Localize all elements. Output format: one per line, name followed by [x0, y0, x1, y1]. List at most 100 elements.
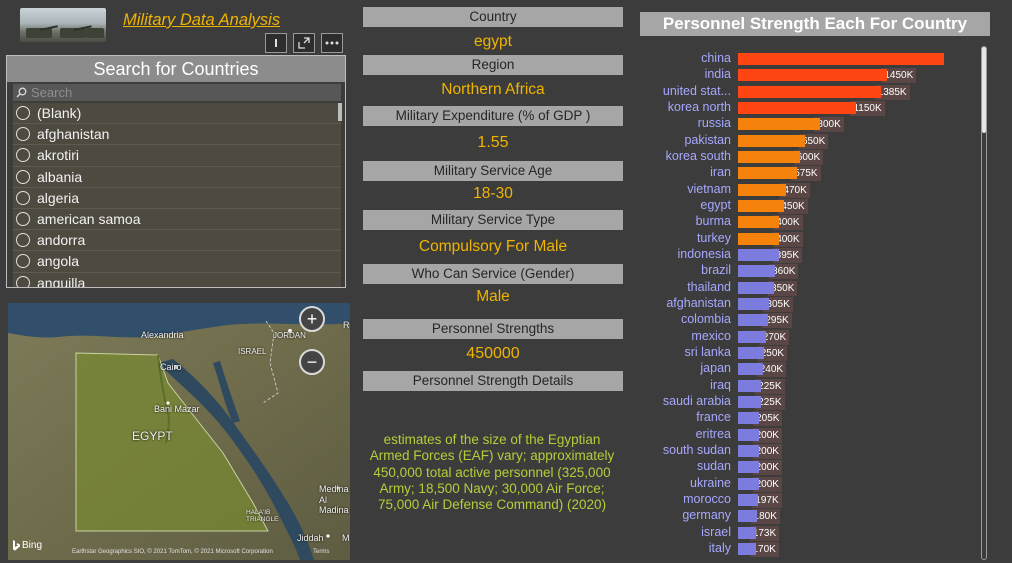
slicer-option-label: afghanistan	[37, 126, 110, 143]
chart-category-label: burma	[695, 214, 731, 229]
chart-bar[interactable]	[738, 444, 759, 457]
map-label-mecca-partial: M	[342, 533, 350, 543]
filter-icon[interactable]	[265, 33, 287, 53]
slicer-option[interactable]: angola	[13, 251, 341, 273]
service-age-card-value: 18-30	[473, 185, 513, 202]
more-options-icon[interactable]	[321, 33, 343, 53]
slicer-option[interactable]: american samoa	[13, 208, 341, 231]
chart-bar[interactable]	[738, 265, 776, 278]
chart-bar[interactable]	[738, 281, 775, 294]
chart-category-label: turkey	[696, 230, 731, 245]
map-attribution: Earthstar Geographics SIO, © 2021 TomTom…	[72, 549, 273, 555]
chart-bar[interactable]	[738, 330, 766, 343]
map-terrain	[8, 303, 350, 560]
chart-bar[interactable]	[738, 379, 762, 392]
slicer-search-input[interactable]: Search	[13, 84, 341, 101]
service-type-card-value: Compulsory For Male	[418, 238, 568, 255]
chart-category-label: eritrea	[695, 426, 731, 441]
expenditure-card-header: Military Expenditure (% of GDP )	[363, 106, 623, 126]
map-zoom-in-button[interactable]: +	[299, 306, 325, 332]
country-slicer: Search for Countries Search (Blank) afgh…	[6, 55, 346, 288]
slicer-option-label: andorra	[37, 232, 86, 249]
slicer-option[interactable]: afghanistan	[13, 124, 341, 146]
region-card-header: Region	[363, 55, 623, 75]
slicer-option[interactable]: (Blank)	[13, 103, 341, 125]
chart-category-label: iran	[710, 165, 731, 180]
radio-icon[interactable]	[16, 190, 30, 205]
service-type-card-header: Military Service Type	[363, 210, 623, 230]
radio-icon[interactable]	[16, 254, 30, 269]
radio-icon[interactable]	[16, 148, 30, 163]
radio-icon[interactable]	[16, 233, 30, 248]
chart-bar[interactable]	[738, 314, 769, 327]
map-label-al-madina: Al Madina	[319, 495, 349, 515]
chart-bar[interactable]	[738, 216, 780, 229]
radio-icon[interactable]	[16, 169, 30, 184]
chart-category-label: japan	[700, 361, 731, 376]
report-title-link[interactable]: Military Data Analysis	[123, 11, 280, 30]
chart-category-label: indonesia	[677, 246, 731, 261]
chart-bar[interactable]	[738, 461, 759, 474]
chart-bar[interactable]	[738, 493, 759, 506]
chart-category-label: ukraine	[690, 475, 731, 490]
chart-category-label: sri lanka	[684, 344, 731, 359]
chart-bar[interactable]	[738, 477, 759, 490]
map-label-israel: ISRAEL	[238, 347, 267, 356]
chart-bar[interactable]	[738, 101, 857, 114]
slicer-option[interactable]: algeria	[13, 187, 341, 209]
chart-bar[interactable]	[738, 118, 821, 131]
chart-bar[interactable]	[738, 199, 785, 212]
slicer-option-label: angola	[37, 253, 80, 270]
chart-category-label: china	[701, 51, 731, 65]
slicer-option[interactable]: akrotiri	[13, 145, 341, 167]
slicer-option[interactable]: albania	[13, 166, 341, 188]
map-zoom-out-button[interactable]: −	[299, 349, 325, 375]
chart-bar[interactable]	[738, 150, 800, 163]
map-terms-link[interactable]: Terms	[313, 549, 329, 555]
chart-bar[interactable]	[738, 363, 763, 376]
chart-bar[interactable]	[738, 346, 764, 359]
chart-bar[interactable]	[738, 510, 757, 523]
chart-scrollbar-thumb[interactable]	[982, 47, 986, 133]
gender-card-header: Who Can Service (Gender)	[363, 264, 623, 284]
bing-logo-text: Bing	[22, 540, 43, 551]
chart-category-label: mexico	[691, 328, 731, 343]
radio-icon[interactable]	[16, 212, 30, 227]
chart-bar[interactable]	[738, 297, 770, 310]
focus-mode-icon[interactable]	[293, 33, 315, 53]
slicer-scrollbar[interactable]	[338, 103, 342, 121]
country-card-value: egypt	[474, 33, 512, 50]
slicer-option-label: algeria	[37, 189, 80, 206]
chart-bar[interactable]	[738, 526, 756, 539]
chart-bar[interactable]	[738, 167, 798, 180]
chart-bar[interactable]	[738, 134, 805, 147]
chart-bar[interactable]	[738, 69, 888, 82]
map-label-jiddah: Jiddah	[297, 533, 324, 543]
slicer-option[interactable]: andorra	[13, 230, 341, 252]
radio-icon[interactable]	[16, 106, 30, 121]
chart-category-label: italy	[708, 540, 731, 555]
chart-bar[interactable]	[738, 53, 944, 65]
chart-bar[interactable]	[738, 412, 760, 425]
chart-bar[interactable]	[738, 542, 756, 555]
chart-bar[interactable]	[738, 428, 759, 441]
chart-category-label: saudi arabia	[662, 393, 731, 408]
chart-category-label: brazil	[701, 263, 731, 278]
chart-bar[interactable]	[738, 85, 881, 98]
chart-bar[interactable]	[738, 232, 780, 245]
chart-category-label: india	[704, 67, 731, 82]
slicer-option-label: akrotiri	[37, 147, 80, 164]
chart-bar[interactable]	[738, 183, 787, 196]
country-map[interactable]: Alexandria Cairo Bani Mazar EGYPT JORDAN…	[8, 303, 350, 560]
chart-category-label: iraq	[710, 377, 731, 392]
service-age-card-header: Military Service Age	[363, 161, 623, 181]
slicer-option[interactable]: anguilla	[13, 272, 341, 288]
radio-icon[interactable]	[16, 127, 30, 142]
chart-category-label: russia	[697, 116, 731, 131]
country-card-header: Country	[363, 7, 623, 27]
chart-bar[interactable]	[738, 248, 779, 261]
chart-bar[interactable]	[738, 395, 762, 408]
slicer-option-label: anguilla	[37, 274, 86, 288]
radio-icon[interactable]	[16, 275, 30, 287]
details-card-text: estimates of the size of the Egyptian Ar…	[369, 432, 615, 513]
